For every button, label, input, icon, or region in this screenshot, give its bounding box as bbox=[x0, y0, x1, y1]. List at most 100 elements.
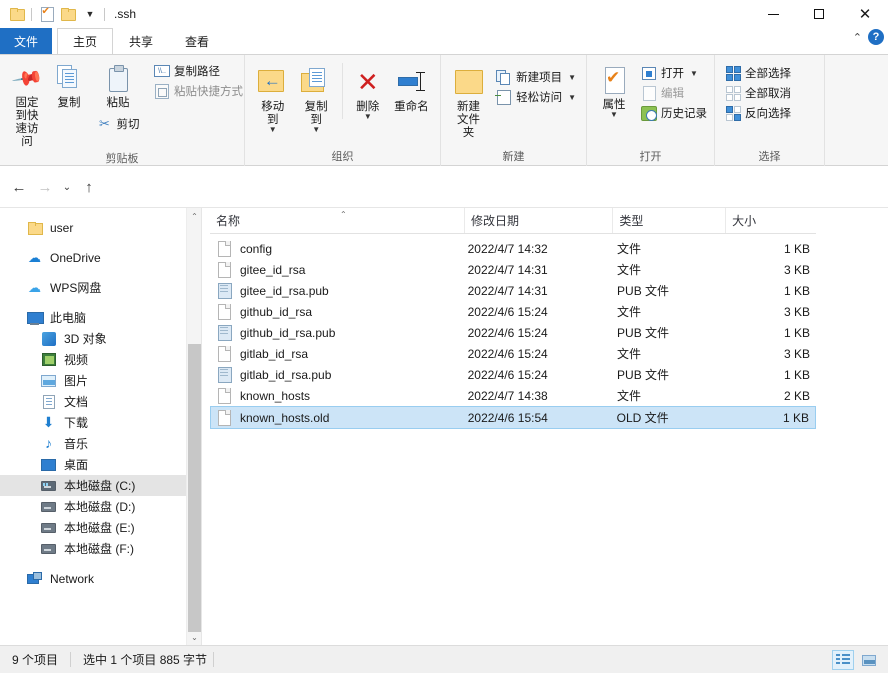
table-row[interactable]: github_id_rsa.pub 2022/4/6 15:24 PUB 文件 … bbox=[210, 322, 816, 343]
table-row[interactable]: gitee_id_rsa 2022/4/7 14:31 文件 3 KB bbox=[210, 259, 816, 280]
copy-to-button[interactable]: 复制到 ▼ bbox=[294, 63, 337, 134]
sidebar-item-music[interactable]: ♪ 音乐 bbox=[0, 433, 186, 454]
column-header-name[interactable]: 名称 ⌃ bbox=[210, 208, 466, 233]
sidebar-item-documents[interactable]: 文档 bbox=[0, 391, 186, 412]
easy-access-label: 轻松访问 bbox=[516, 92, 563, 104]
column-header-size[interactable]: 大小 bbox=[726, 208, 816, 233]
scroll-up-arrow-icon[interactable]: ⌃ bbox=[187, 208, 202, 225]
tab-file[interactable]: 文件 bbox=[0, 28, 52, 54]
sidebar-item-drive-e[interactable]: 本地磁盘 (E:) bbox=[0, 517, 186, 538]
file-name: config bbox=[240, 241, 273, 256]
sidebar-item-user[interactable]: user bbox=[0, 217, 186, 238]
content-area: user ☁ OneDrive ☁ WPS网盘 此电脑 3D 对象 视频 图片 … bbox=[0, 207, 888, 646]
sidebar-item-desktop[interactable]: 桌面 bbox=[0, 454, 186, 475]
easy-access-button[interactable]: 轻松访问 ▼ bbox=[492, 87, 580, 107]
pin-label-line2: 速访问 bbox=[15, 123, 39, 148]
copy-path-button[interactable]: \\.. 复制路径 bbox=[150, 61, 247, 81]
sidebar-item-downloads[interactable]: ⬇ 下载 bbox=[0, 412, 186, 433]
new-folder-button[interactable]: 新建 文件夹 bbox=[447, 63, 490, 140]
column-header-type[interactable]: 类型 bbox=[613, 208, 727, 233]
collapse-ribbon-icon[interactable]: ⌃ bbox=[853, 31, 862, 44]
tab-view[interactable]: 查看 bbox=[169, 28, 225, 54]
move-to-button[interactable]: ← 移动到 ▼ bbox=[251, 63, 294, 134]
maximize-button[interactable] bbox=[796, 0, 842, 28]
table-row[interactable]: config 2022/4/7 14:32 文件 1 KB bbox=[210, 238, 816, 259]
new-item-button[interactable]: 新建项目 ▼ bbox=[492, 67, 580, 87]
new-item-dropdown-icon[interactable]: ▼ bbox=[568, 73, 576, 82]
tab-share[interactable]: 共享 bbox=[113, 28, 169, 54]
sidebar-item-drive-f[interactable]: 本地磁盘 (F:) bbox=[0, 538, 186, 559]
column-header-date[interactable]: 修改日期 bbox=[465, 208, 614, 233]
sidebar-item-this-pc[interactable]: 此电脑 bbox=[0, 307, 186, 328]
system-drive-icon bbox=[40, 478, 57, 494]
pin-to-quick-access-button[interactable]: 📌 固定到快 速访问 bbox=[6, 59, 48, 149]
paste-button[interactable]: 粘贴 bbox=[90, 59, 146, 110]
file-icon bbox=[216, 261, 232, 278]
copy-to-dropdown-icon[interactable]: ▼ bbox=[312, 126, 320, 134]
rename-button[interactable]: 重命名 bbox=[389, 63, 434, 114]
sidebar-item-drive-c[interactable]: 本地磁盘 (C:) bbox=[0, 475, 186, 496]
sidebar-item-label: 音乐 bbox=[64, 437, 89, 451]
folder-icon[interactable] bbox=[6, 3, 28, 25]
details-view-button[interactable] bbox=[832, 650, 854, 670]
new-folder-icon[interactable] bbox=[57, 3, 79, 25]
file-type: 文件 bbox=[617, 305, 642, 319]
help-icon[interactable]: ? bbox=[868, 29, 884, 45]
back-button[interactable]: ← bbox=[6, 175, 32, 199]
minimize-button[interactable] bbox=[750, 0, 796, 28]
forward-button[interactable]: → bbox=[32, 175, 58, 199]
table-row[interactable]: github_id_rsa 2022/4/6 15:24 文件 3 KB bbox=[210, 301, 816, 322]
table-row[interactable]: gitee_id_rsa.pub 2022/4/7 14:31 PUB 文件 1… bbox=[210, 280, 816, 301]
table-row[interactable]: known_hosts.old 2022/4/6 15:54 OLD 文件 1 … bbox=[210, 406, 816, 429]
nav-buttons: ← → ⌄ ↑ bbox=[6, 175, 102, 199]
properties-icon[interactable] bbox=[35, 3, 57, 25]
close-button[interactable]: ✕ bbox=[842, 0, 888, 28]
customize-dropdown-icon[interactable]: ▼ bbox=[79, 3, 101, 25]
open-button[interactable]: 打开 ▼ bbox=[637, 63, 711, 83]
cut-button[interactable]: ✂ 剪切 bbox=[90, 114, 146, 134]
edit-button[interactable]: 编辑 bbox=[637, 83, 711, 103]
scroll-down-arrow-icon[interactable]: ⌄ bbox=[187, 629, 202, 646]
sidebar-item-label: user bbox=[50, 220, 74, 235]
large-icons-view-button[interactable] bbox=[858, 650, 880, 670]
move-to-dropdown-icon[interactable]: ▼ bbox=[269, 126, 277, 134]
sidebar-item-3d-objects[interactable]: 3D 对象 bbox=[0, 328, 186, 349]
copy-button[interactable]: 复制 bbox=[48, 59, 90, 110]
sidebar-item-wps-cloud[interactable]: ☁ WPS网盘 bbox=[0, 277, 186, 298]
sidebar-item-drive-d[interactable]: 本地磁盘 (D:) bbox=[0, 496, 186, 517]
sidebar-item-network[interactable]: Network bbox=[0, 568, 186, 589]
invert-selection-button[interactable]: 反向选择 bbox=[721, 103, 795, 123]
table-row[interactable]: gitlab_id_rsa.pub 2022/4/6 15:24 PUB 文件 … bbox=[210, 364, 816, 385]
properties-button[interactable]: 属性 ▼ bbox=[593, 61, 635, 119]
file-name: gitee_id_rsa bbox=[240, 262, 306, 277]
desktop-icon bbox=[40, 457, 57, 473]
divider bbox=[213, 652, 215, 667]
history-button[interactable]: 历史记录 bbox=[637, 103, 711, 123]
sidebar-item-videos[interactable]: 视频 bbox=[0, 349, 186, 370]
ribbon-group-select-label: 选择 bbox=[758, 151, 781, 163]
select-all-button[interactable]: 全部选择 bbox=[721, 63, 795, 83]
recent-locations-button[interactable]: ⌄ bbox=[58, 175, 76, 199]
open-label: 打开 bbox=[661, 68, 684, 80]
delete-button[interactable]: ✕ 删除 ▼ bbox=[347, 63, 389, 121]
pub-file-icon bbox=[216, 282, 232, 299]
sidebar-item-onedrive[interactable]: ☁ OneDrive bbox=[0, 247, 186, 268]
easy-access-dropdown-icon[interactable]: ▼ bbox=[568, 93, 576, 102]
sidebar-item-pictures[interactable]: 图片 bbox=[0, 370, 186, 391]
paste-shortcut-button[interactable]: 粘贴快捷方式 bbox=[150, 81, 247, 101]
scrollbar-thumb[interactable] bbox=[188, 344, 201, 632]
divider bbox=[31, 7, 32, 21]
tab-home[interactable]: 主页 bbox=[57, 28, 113, 54]
navigation-pane-scrollbar[interactable]: ⌃ ⌄ bbox=[186, 208, 201, 646]
properties-dropdown-icon[interactable]: ▼ bbox=[610, 111, 618, 119]
select-none-button[interactable]: 全部取消 bbox=[721, 83, 795, 103]
table-row[interactable]: gitlab_id_rsa 2022/4/6 15:24 文件 3 KB bbox=[210, 343, 816, 364]
ribbon-filler bbox=[824, 55, 888, 166]
delete-dropdown-icon[interactable]: ▼ bbox=[364, 113, 372, 121]
table-row[interactable]: known_hosts 2022/4/7 14:38 文件 2 KB bbox=[210, 385, 816, 406]
open-dropdown-icon[interactable]: ▼ bbox=[690, 69, 698, 78]
file-name: gitlab_id_rsa.pub bbox=[240, 367, 332, 382]
open-small-commands: 打开 ▼ 编辑 历史记录 bbox=[637, 61, 711, 123]
up-button[interactable]: ↑ bbox=[76, 175, 102, 199]
file-rows: config 2022/4/7 14:32 文件 1 KB gitee_id_r… bbox=[210, 238, 816, 429]
